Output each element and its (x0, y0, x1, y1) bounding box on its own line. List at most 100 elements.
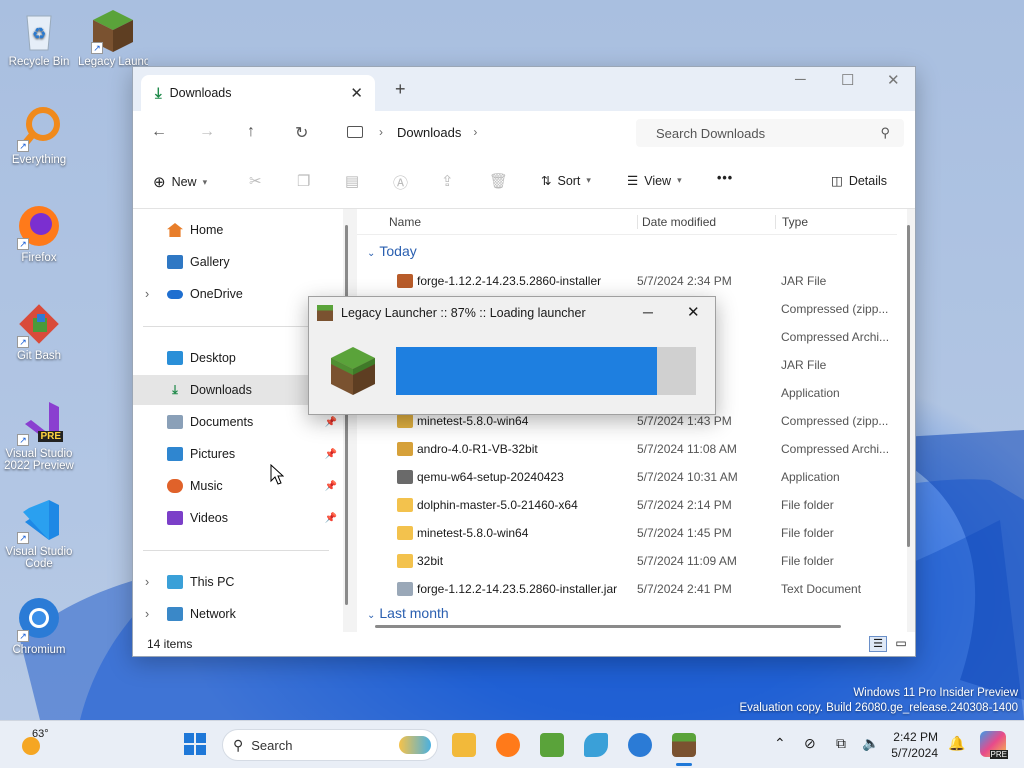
desktop-icon-label: Visual Studio Code (5, 546, 73, 570)
vscode-icon: ↗ (15, 496, 63, 544)
search-input[interactable]: Search Downloads ⚲ (636, 119, 904, 147)
share-icon[interactable]: ⇪ (441, 172, 454, 190)
file-row[interactable]: andro-4.0-R1-VB-32bit 5/7/2024 11:08 AM Co… (357, 435, 897, 463)
desktop-icon-legacy-launcher[interactable]: ↗ Legacy Launch (78, 6, 148, 68)
file-row[interactable]: minetest-5.8.0-win64 5/7/2024 1:45 PM File… (357, 519, 897, 547)
nav-item-videos[interactable]: Videos 📌 (133, 503, 343, 533)
dolphin-taskbar-icon[interactable] (584, 733, 608, 757)
desktop-icon-firefox[interactable]: ↗ Firefox (0, 202, 78, 264)
file-name: dolphin-master-5.0-21460-x64 (417, 498, 578, 512)
weather-widget[interactable]: 63° (20, 728, 60, 759)
file-row[interactable]: 32bit 5/7/2024 11:09 AM File folder (357, 547, 897, 575)
delete-icon[interactable]: 🗑 (489, 172, 508, 190)
new-label: New (171, 175, 197, 189)
legacy-launcher-dialog[interactable]: Legacy Launcher :: 87% :: Loading launch… (308, 296, 716, 415)
column-date[interactable]: Date modified (637, 215, 716, 229)
vertical-scrollbar[interactable] (907, 225, 910, 547)
nav-label: Gallery (190, 255, 230, 269)
dialog-minimize-button[interactable]: ─ (643, 304, 653, 320)
documents-icon (167, 415, 183, 429)
group-label: Today (379, 243, 417, 259)
minimize-button[interactable]: ─ (795, 71, 806, 88)
tab-downloads[interactable]: ⤓ Downloads ✕ (141, 75, 375, 111)
copilot-pre-badge: PRE (989, 750, 1008, 759)
chevron-right-icon: › (145, 607, 150, 621)
show-hidden-icons-icon[interactable]: ⌃ (774, 735, 786, 752)
copy-icon[interactable]: ❐ (297, 172, 310, 190)
legacy-launcher-taskbar-icon[interactable] (672, 733, 696, 757)
nav-item-network[interactable]: › Network (133, 599, 343, 629)
network-status-icon[interactable]: ⊘ (804, 735, 816, 752)
file-row[interactable]: forge-1.12.2-14.23.5.2860-installer 5/7/2… (357, 267, 897, 295)
volume-icon[interactable]: 🔈 (862, 735, 879, 752)
clock[interactable]: 2:42 PM 5/7/2024 (890, 729, 938, 761)
nav-item-gallery[interactable]: Gallery (133, 247, 343, 277)
close-button[interactable]: ✕ (887, 71, 900, 89)
forward-button[interactable]: → (199, 123, 215, 141)
rename-icon[interactable]: Ⓐ (393, 172, 408, 193)
breadcrumb-downloads[interactable]: Downloads (397, 125, 461, 140)
dialog-close-button[interactable]: ✕ (687, 303, 700, 321)
desktop-icon-chromium[interactable]: ↗ Chromium (0, 594, 78, 656)
desktop-icon-recycle-bin[interactable]: ♻ Recycle Bin (0, 6, 78, 68)
file-type: Compressed (zipp... (781, 302, 889, 316)
sort-icon: ⇅ (541, 174, 552, 188)
chromium-taskbar-icon[interactable] (628, 733, 652, 757)
nav-item-home[interactable]: Home (133, 215, 343, 245)
desktop-icon-label: Firefox (21, 252, 57, 264)
nav-item-this-pc[interactable]: › This PC (133, 567, 343, 597)
display-icon[interactable]: ⧉ (836, 735, 846, 752)
details-pane-button[interactable]: ◫ Details (831, 173, 887, 189)
navigation-pane: Home Gallery › OneDrive Desktop ⤓ Download… (133, 209, 348, 633)
taskbar-search[interactable]: ⚲ Search (222, 729, 438, 761)
column-type[interactable]: Type (775, 215, 808, 229)
cut-icon[interactable]: ✂ (249, 172, 262, 190)
desktop-icon-vscode[interactable]: ↗ Visual Studio Code (0, 496, 78, 570)
details-view-icon[interactable]: ☰ (869, 636, 887, 652)
nav-item-music[interactable]: Music 📌 (133, 471, 343, 501)
windows-logo-icon (196, 733, 206, 743)
horizontal-scrollbar[interactable] (375, 625, 841, 628)
back-button[interactable]: ← (151, 123, 167, 141)
taskbar: 63° ⚲ Search ⌃ ⊘ ⧉ 🔈 2:42 PM 5/7/2024 🔔 … (0, 720, 1024, 768)
paste-icon[interactable]: ▤ (345, 172, 359, 190)
desktop-icon-git-bash[interactable]: ↗ Git Bash (0, 300, 78, 362)
notification-bell-icon[interactable]: 🔔 (948, 735, 965, 752)
nav-label: Desktop (190, 351, 236, 365)
file-row[interactable]: dolphin-master-5.0-21460-x64 5/7/2024 2:1… (357, 491, 897, 519)
new-tab-button[interactable]: + (395, 79, 406, 100)
nav-label: Pictures (190, 447, 236, 461)
up-button[interactable]: ↑ (247, 123, 255, 141)
dialog-titlebar[interactable]: Legacy Launcher :: 87% :: Loading launch… (309, 297, 715, 329)
clock-time: 2:42 PM (893, 730, 938, 744)
firefox-taskbar-icon[interactable] (496, 733, 520, 757)
desktop-icon-label: Chromium (12, 644, 66, 656)
copilot-button[interactable]: PRE (980, 731, 1008, 759)
file-explorer-taskbar-icon[interactable] (452, 733, 476, 757)
pc-icon (167, 575, 183, 589)
new-button[interactable]: ⊕ New ▾ (153, 173, 207, 191)
column-name[interactable]: Name (389, 215, 421, 229)
view-button[interactable]: ☰ View ▾ (627, 173, 682, 189)
nav-scrollbar[interactable] (345, 225, 348, 605)
desktop-icon-everything[interactable]: ↗ Everything (0, 104, 78, 166)
breadcrumb[interactable]: › Downloads › (341, 119, 631, 145)
desktop-icon-visual-studio-preview[interactable]: ↗ PRE Visual Studio 2022 Preview (0, 398, 78, 472)
refresh-button[interactable]: ↻ (295, 123, 308, 143)
file-name: qemu-w64-setup-20240423 (417, 470, 564, 484)
file-type: Application (781, 386, 840, 400)
pre-badge: PRE (38, 431, 63, 442)
nav-item-pictures[interactable]: Pictures 📌 (133, 439, 343, 469)
file-row[interactable]: forge-1.12.2-14.23.5.2860-installer.jar 5… (357, 575, 897, 603)
sort-button[interactable]: ⇅ Sort ▾ (541, 173, 591, 189)
tiles-view-icon[interactable]: ▭ (893, 636, 909, 652)
tab-close-button[interactable]: ✕ (350, 84, 363, 102)
group-today[interactable]: ⌄ Today (367, 243, 417, 259)
more-options-button[interactable]: ••• (717, 171, 733, 185)
maximize-button[interactable]: ☐ (841, 71, 854, 89)
minecraft-taskbar-icon[interactable] (540, 733, 564, 757)
group-last-month[interactable]: ⌄ Last month (367, 605, 449, 621)
start-button[interactable] (184, 733, 206, 755)
file-row[interactable]: qemu-w64-setup-20240423 5/7/2024 10:31 AM… (357, 463, 897, 491)
windows-logo-icon (196, 745, 206, 755)
